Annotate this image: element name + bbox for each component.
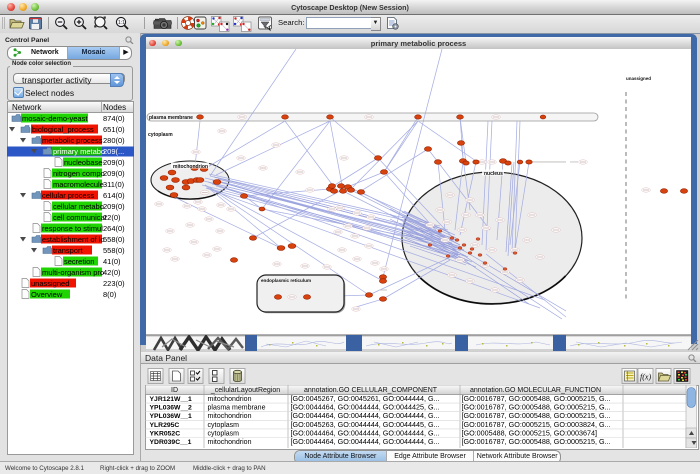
svg-text:209(0): 209(0)	[103, 169, 125, 178]
svg-text:YPL036W__1: YPL036W__1	[150, 413, 193, 420]
svg-text:280(0): 280(0)	[103, 136, 125, 145]
svg-text:Network: Network	[12, 103, 42, 112]
svg-text:_cellularLayoutRegion: _cellularLayoutRegion	[210, 387, 280, 394]
svg-text:biological_process: biological_process	[32, 125, 94, 134]
svg-text:cytoplasm: cytoplasm	[148, 132, 173, 138]
svg-text:primary metabo: primary metabo	[53, 147, 105, 156]
svg-text:209(0): 209(0)	[103, 202, 125, 211]
svg-text:cellular process: cellular process	[42, 191, 94, 200]
svg-text:264(0): 264(0)	[103, 224, 125, 233]
svg-text:transport: transport	[53, 246, 84, 255]
svg-text:ID: ID	[171, 387, 178, 394]
svg-text:558(0): 558(0)	[103, 235, 125, 244]
svg-text:cellular metabo: cellular metabo	[53, 202, 104, 211]
svg-text:cytoplasm: cytoplasm	[208, 422, 240, 429]
svg-text:YKR052C: YKR052C	[150, 430, 181, 437]
svg-text:223(0): 223(0)	[103, 279, 125, 288]
svg-text:YJR121W__1: YJR121W__1	[150, 396, 193, 403]
svg-text:209(0): 209(0)	[103, 158, 125, 167]
svg-text:42(0): 42(0)	[103, 268, 121, 277]
svg-text:multi-organism pro: multi-organism pro	[42, 268, 104, 277]
svg-text:nucleus: nucleus	[484, 171, 503, 177]
svg-text:plasma membrane: plasma membrane	[149, 115, 193, 121]
svg-text:22(0): 22(0)	[103, 213, 121, 222]
svg-text:mitochondrion: mitochondrion	[173, 164, 208, 170]
svg-text:1:1: 1:1	[118, 20, 125, 26]
svg-text:209(...: 209(...	[103, 147, 124, 156]
svg-text:response to stimul: response to stimul	[42, 224, 103, 233]
svg-text:macromolecule: macromolecule	[53, 180, 104, 189]
svg-text:mitochondrion: mitochondrion	[208, 439, 252, 446]
svg-text:plasma membrane: plasma membrane	[208, 405, 266, 412]
svg-text:YLR295C: YLR295C	[150, 422, 180, 429]
svg-text:614(0): 614(0)	[103, 191, 125, 200]
svg-text:8(0): 8(0)	[103, 290, 117, 299]
svg-text:annotation.GO MOLECULAR_FUNCTI: annotation.GO MOLECULAR_FUNCTION	[470, 387, 601, 394]
svg-text:[GO:0044464, GO:0044444, GO:00: [GO:0044464, GO:0044444, GO:0044444, G..…	[291, 437, 440, 446]
svg-text:establishment of lo: establishment of lo	[42, 235, 105, 244]
svg-text:f(x): f(x)	[640, 373, 651, 382]
svg-text:Nodes: Nodes	[103, 103, 126, 112]
svg-text:metabolic process: metabolic process	[42, 136, 103, 145]
svg-text:annotation.GO CELLULAR_COMPONE: annotation.GO CELLULAR_COMPONENT	[304, 387, 438, 394]
svg-text:unassigned: unassigned	[626, 76, 651, 81]
svg-text:mosaic-demo-yeast: mosaic-demo-yeast	[22, 114, 88, 123]
svg-text:YDR039C__1: YDR039C__1	[150, 439, 192, 446]
svg-text:nucleobase-: nucleobase-	[64, 158, 105, 167]
svg-text:651(0): 651(0)	[103, 125, 125, 134]
svg-text:311(0): 311(0)	[103, 180, 125, 189]
svg-text:cytoplasm: cytoplasm	[208, 430, 240, 437]
svg-text:cell communicat: cell communicat	[53, 213, 108, 222]
svg-text:secretion: secretion	[64, 257, 94, 266]
svg-text:nitrogen compo: nitrogen compo	[53, 169, 105, 178]
svg-text:mitochondrion: mitochondrion	[208, 396, 252, 403]
svg-text:endoplasmic reticulum: endoplasmic reticulum	[261, 278, 311, 283]
svg-text:YPL036W__2: YPL036W__2	[150, 405, 193, 412]
svg-text:Overview: Overview	[31, 290, 63, 299]
svg-text:874(0): 874(0)	[103, 114, 125, 123]
svg-text:unassigned: unassigned	[31, 279, 69, 288]
svg-text:[GO:0016787, GO:0005488, GO:00: [GO:0016787, GO:0005488, GO:0005215, G..…	[462, 437, 611, 446]
svg-text:558(0): 558(0)	[103, 246, 125, 255]
svg-text:41(0): 41(0)	[103, 257, 121, 266]
svg-text:mitochondrion: mitochondrion	[208, 413, 252, 420]
